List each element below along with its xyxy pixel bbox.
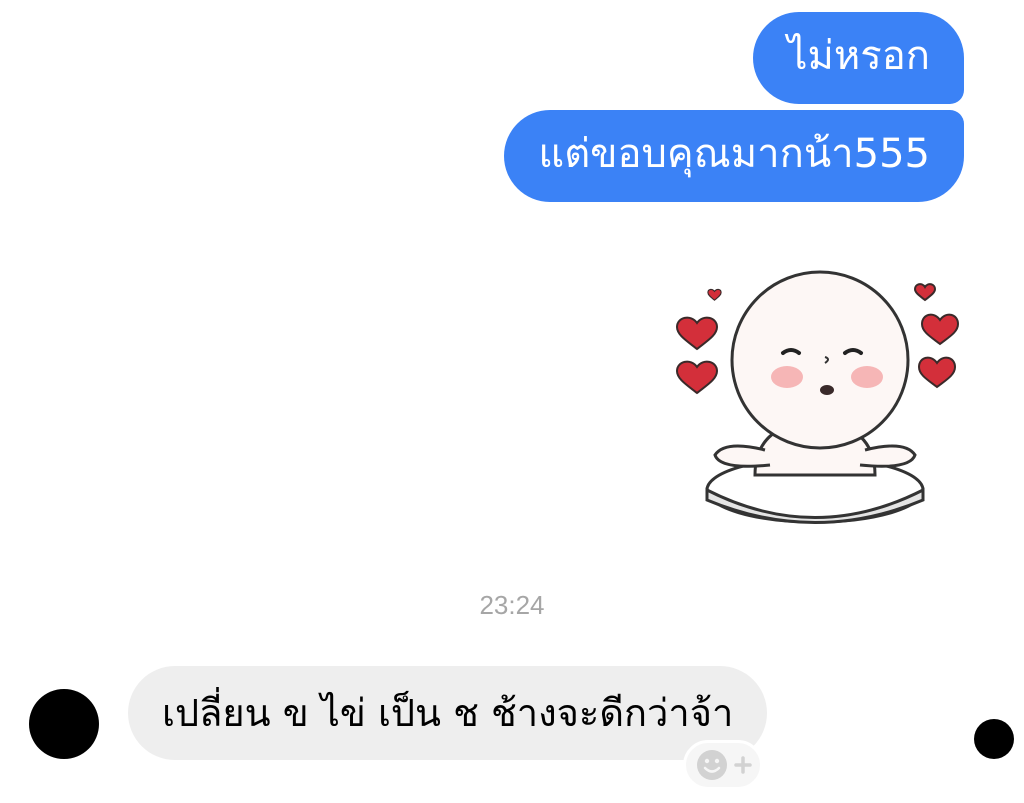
incoming-message-bubble[interactable]: เปลี่ยน ข ไข่ เป็น ช ช้างจะดีกว่าจ้า — [128, 666, 768, 760]
outgoing-message-bubble[interactable]: ไม่หรอก — [753, 12, 964, 104]
sticker-message[interactable] — [665, 265, 965, 535]
blushing-character-hearts-sticker-icon — [675, 270, 960, 524]
read-receipt-avatar — [974, 719, 1014, 759]
contact-avatar[interactable] — [29, 689, 99, 759]
outgoing-message-bubble[interactable]: แต่ขอบคุณมากน้า555 — [504, 110, 964, 202]
smiley-plus-icon — [697, 750, 752, 780]
add-reaction-button[interactable] — [683, 740, 763, 790]
message-timestamp: 23:24 — [479, 590, 545, 620]
chat-thread: ไม่หรอก แต่ขอบคุณมากน้า555 23:24 เปลี่ยน… — [0, 0, 1024, 803]
